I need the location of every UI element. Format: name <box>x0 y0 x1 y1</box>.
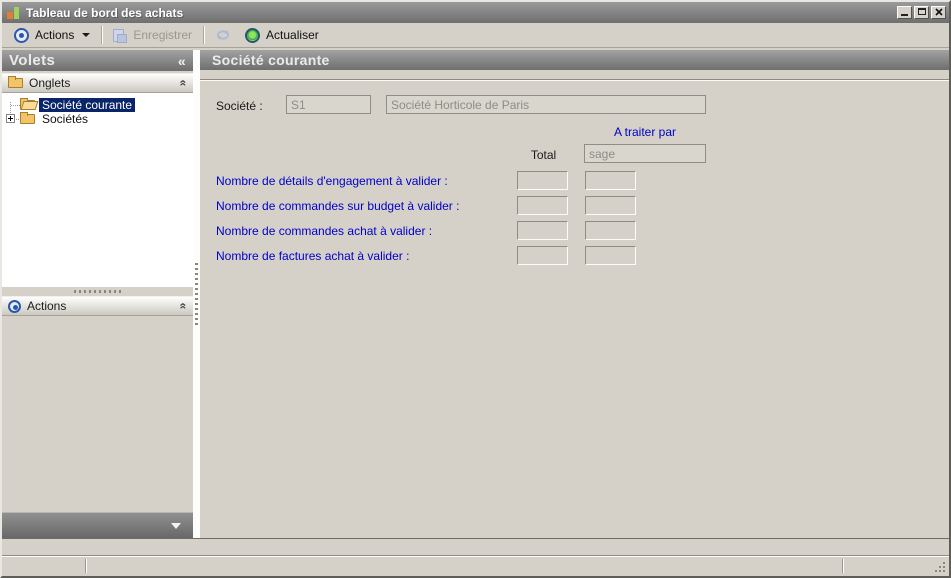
title-bar: Tableau de bord des achats <box>2 2 949 23</box>
chevron-down-icon <box>82 33 91 37</box>
expand-icon[interactable] <box>6 114 15 123</box>
folder-icon <box>20 111 35 124</box>
actions-menu-label: Actions <box>35 28 75 42</box>
metric-row-label: Nombre de commandes sur budget à valider… <box>216 199 460 213</box>
status-bar-separator <box>85 559 86 573</box>
metric-a-traiter-box[interactable] <box>585 221 636 240</box>
company-code-field[interactable] <box>286 95 371 114</box>
metric-row-label: Nombre de détails d'engagement à valider… <box>216 174 448 188</box>
dropdown-arrow-icon <box>171 523 181 529</box>
resize-grip[interactable] <box>943 570 945 572</box>
sidebar-header: Volets « <box>2 50 193 71</box>
col-header-total: Total <box>530 148 557 162</box>
maximize-button[interactable] <box>914 6 929 19</box>
minimize-icon <box>901 14 908 16</box>
actions-menu-button[interactable]: Actions <box>7 26 97 45</box>
close-icon <box>934 7 943 16</box>
metric-total-box[interactable] <box>517 196 568 215</box>
app-window: { "window": { "title": "Tableau de bord … <box>0 0 951 578</box>
refresh-icon <box>245 27 261 43</box>
metric-total-box[interactable] <box>517 171 568 190</box>
tree-item-societes[interactable]: Sociétés <box>20 111 91 126</box>
app-icon <box>7 6 21 19</box>
metric-total-box[interactable] <box>517 246 568 265</box>
tree-item-label[interactable]: Sociétés <box>39 112 91 126</box>
metric-a-traiter-box[interactable] <box>585 246 636 265</box>
refresh-button[interactable]: Actualiser <box>238 26 326 45</box>
status-bar-separator <box>842 559 843 573</box>
sidebar-filler <box>2 316 193 512</box>
save-icon <box>113 28 128 43</box>
toolbar-separator <box>203 26 205 44</box>
save-label: Enregistrer <box>133 28 193 42</box>
sidebar-bottom-dropdown[interactable] <box>2 512 193 538</box>
folder-icon <box>8 76 23 88</box>
metric-a-traiter-box[interactable] <box>585 196 636 215</box>
onglets-tree: Société courante Sociétés <box>2 93 193 287</box>
col-header-a-traiter: A traiter par <box>613 125 677 139</box>
company-label: Société : <box>216 99 263 113</box>
tree-connector <box>11 105 20 106</box>
section-onglets-label: Onglets <box>29 76 71 90</box>
tree-item-societe-courante[interactable]: Société courante <box>20 97 136 112</box>
toolbar: Actions Enregistrer Actualiser <box>2 23 949 48</box>
save-button[interactable]: Enregistrer <box>106 26 199 44</box>
sync-arrows-icon <box>215 28 231 42</box>
minimize-button[interactable] <box>897 6 912 19</box>
tree-item-label[interactable]: Société courante <box>39 97 136 112</box>
metric-row-label: Nombre de factures achat à valider : <box>216 249 410 263</box>
section-actions[interactable]: Actions « <box>2 296 193 316</box>
user-field[interactable] <box>584 144 706 163</box>
main-panel: Société courante Société : A traiter par… <box>200 50 949 538</box>
splitter-grip-dots <box>73 290 122 293</box>
horizontal-splitter[interactable] <box>2 287 193 296</box>
splitter-grip-dots <box>195 263 198 325</box>
sidebar: Volets « Onglets « Société courante Soci… <box>2 50 193 538</box>
metric-a-traiter-box[interactable] <box>585 171 636 190</box>
toolbar-separator <box>101 26 103 44</box>
bottom-strip <box>2 539 949 555</box>
close-button[interactable] <box>931 6 946 19</box>
metric-total-box[interactable] <box>517 221 568 240</box>
company-name-field[interactable] <box>386 95 706 114</box>
sidebar-title: Volets <box>9 52 56 69</box>
open-folder-icon <box>20 97 35 110</box>
collapse-sidebar-icon[interactable]: « <box>178 53 186 69</box>
section-onglets[interactable]: Onglets « <box>2 73 193 93</box>
collapse-section-icon[interactable]: « <box>177 303 191 310</box>
collapse-section-icon[interactable]: « <box>177 80 191 87</box>
metric-row-label: Nombre de commandes achat à valider : <box>216 224 433 238</box>
refresh-label: Actualiser <box>266 28 319 42</box>
status-bar <box>2 555 949 576</box>
maximize-icon <box>917 8 926 15</box>
actions-bullseye-icon <box>8 299 21 313</box>
main-header: Société courante <box>200 50 949 70</box>
actions-bullseye-icon <box>14 27 29 43</box>
window-title: Tableau de bord des achats <box>26 5 184 20</box>
main-title: Société courante <box>212 52 330 68</box>
sync-button[interactable] <box>208 26 238 44</box>
header-separator <box>200 79 949 81</box>
section-actions-label: Actions <box>27 299 67 313</box>
vertical-splitter[interactable] <box>193 50 200 538</box>
content-area: Volets « Onglets « Société courante Soci… <box>2 48 949 538</box>
